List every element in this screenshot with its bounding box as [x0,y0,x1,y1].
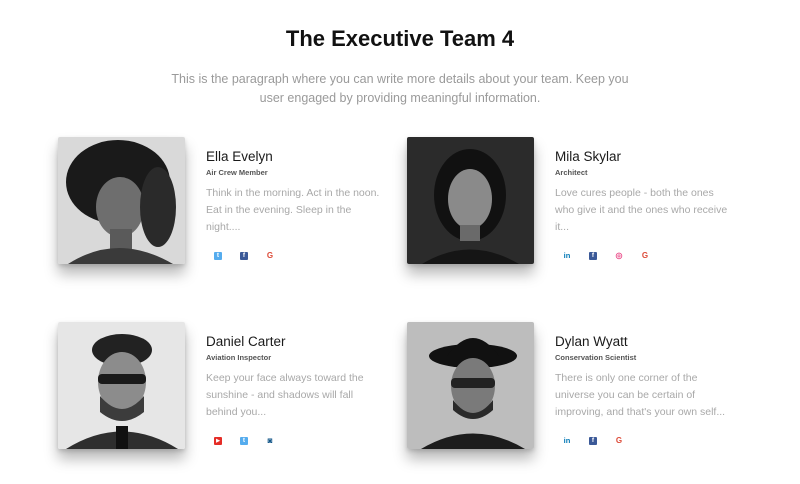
member-bio: Keep your face always toward the sunshin… [206,372,364,418]
facebook-icon[interactable]: f [240,249,266,263]
section-description: This is the paragraph where you can writ… [171,72,629,105]
linkedin-icon[interactable]: in [563,249,589,263]
team-member-card: Daniel Carter Aviation Inspector Keep yo… [58,322,388,452]
linkedin-icon[interactable]: in [563,434,589,448]
social-links: in f ◎ G [563,249,667,263]
facebook-icon[interactable]: f [589,249,615,263]
social-links: in f G [563,434,641,448]
member-name: Mila Skylar [555,149,622,164]
portrait-image [58,322,185,449]
team-member-card: Ella Evelyn Air Crew Member Think in the… [58,137,388,267]
member-role: Air Crew Member [206,168,268,177]
member-photo [407,137,534,264]
member-role: Aviation Inspector [206,353,272,362]
facebook-icon[interactable]: f [589,434,615,448]
member-bio: Think in the morning. Act in the noon. E… [206,187,380,233]
social-links: ▶ t ◙ [214,434,292,448]
member-photo [58,322,185,449]
portrait-image [58,137,185,264]
team-member-card: Mila Skylar Architect Love cures people … [407,137,737,267]
google-icon[interactable]: G [266,249,292,263]
member-photo [407,322,534,449]
twitter-icon[interactable]: t [214,249,240,263]
member-role: Conservation Scientist [555,353,637,362]
social-links: t f G [214,249,292,263]
member-photo [58,137,185,264]
dribbble-icon[interactable]: ◎ [615,249,641,263]
youtube-icon[interactable]: ▶ [214,434,240,448]
member-name: Dylan Wyatt [555,334,628,349]
member-name: Ella Evelyn [206,149,273,164]
instagram-icon[interactable]: ◙ [266,434,292,448]
portrait-image [407,322,534,449]
member-bio: There is only one corner of the universe… [555,372,726,418]
member-bio: Love cures people - both the ones who gi… [555,187,728,233]
section-title: The Executive Team 4 [285,26,515,51]
twitter-icon[interactable]: t [240,434,266,448]
google-icon[interactable]: G [641,249,667,263]
member-role: Architect [555,168,588,177]
team-member-card: Dylan Wyatt Conservation Scientist There… [407,322,737,452]
google-icon[interactable]: G [615,434,641,448]
portrait-image [407,137,534,264]
member-name: Daniel Carter [206,334,286,349]
